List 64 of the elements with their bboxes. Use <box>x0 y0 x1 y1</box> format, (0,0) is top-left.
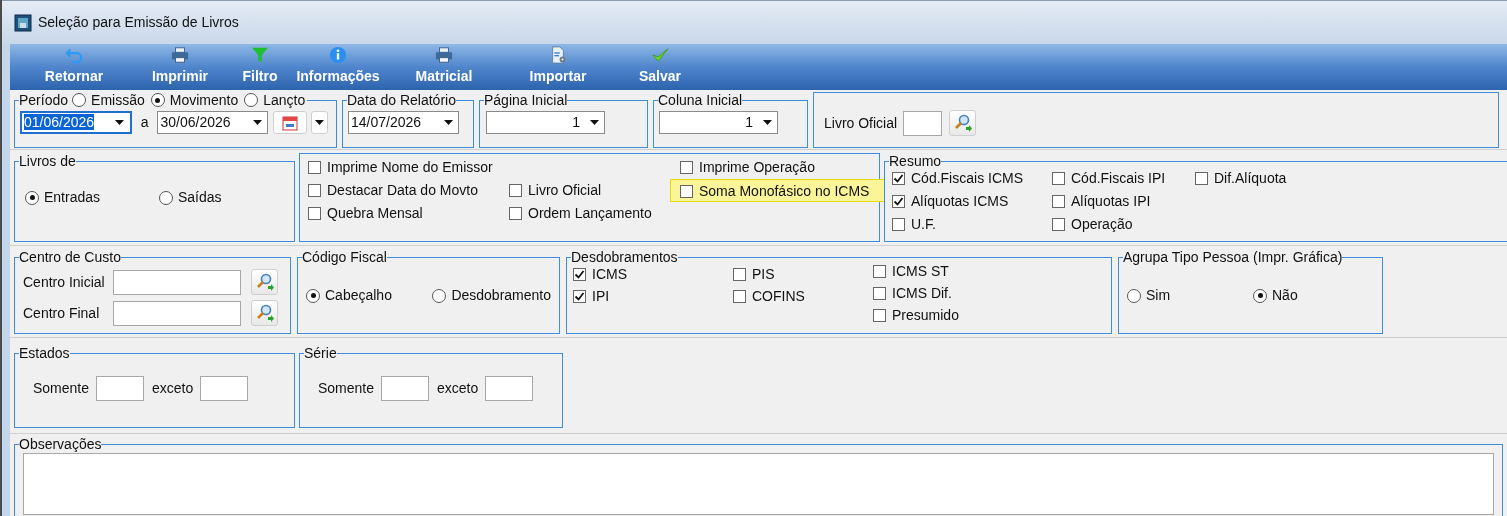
radio-label: Lançto <box>263 92 306 108</box>
group-title: Coluna Inicial <box>658 92 743 108</box>
group-title: Livros de <box>19 153 76 169</box>
combo-box[interactable]: 01/06/2026 <box>20 111 132 134</box>
radio-label: Não <box>1272 286 1298 305</box>
radio-label: Movimento <box>169 92 239 108</box>
group-title: Desdobramentos <box>571 249 678 265</box>
field-label: Centro Final <box>23 303 101 323</box>
checkbox-label: COFINS <box>752 286 805 306</box>
checkbox-label: Cód.Fiscais IPI <box>1071 169 1166 188</box>
checkbox-label: Alíquotas ICMS <box>911 192 1009 211</box>
field-label: Somente <box>33 379 90 398</box>
checkbox-label: Alíquotas IPI <box>1071 192 1151 211</box>
radio-label: Entradas <box>44 188 101 207</box>
combo-box[interactable]: 1 <box>486 111 605 134</box>
group-title: Período <box>19 92 69 108</box>
group-title: Observações <box>19 436 102 452</box>
group-title: Código Fiscal <box>302 249 387 265</box>
radio-label: Sim <box>1146 286 1171 305</box>
separator-label: a <box>140 113 149 132</box>
field-label: Centro Inicial <box>23 272 106 292</box>
checkbox-label: Cód.Fiscais ICMS <box>911 169 1024 188</box>
toolbar-button[interactable]: Filtro <box>232 46 288 90</box>
field-label: Somente <box>318 379 375 398</box>
checkbox-label: ICMS ST <box>892 261 949 281</box>
checkbox-label: IPI <box>592 286 610 306</box>
toolbar-button[interactable]: Informações <box>288 46 388 90</box>
group-title: Resumo <box>889 153 942 169</box>
toolbar-button[interactable]: Matricial <box>388 46 500 90</box>
radio-label: Cabeçalho <box>325 286 392 305</box>
toolbar-button[interactable]: Retornar <box>20 46 128 90</box>
checkbox-label: ICMS Dif. <box>892 283 952 303</box>
toolbar-button[interactable]: Importar <box>500 46 616 90</box>
field-label: Livro Oficial <box>824 113 898 133</box>
checkbox-label: ICMS <box>592 264 627 284</box>
group-title: Centro de Custo <box>19 249 121 265</box>
toolbar-button[interactable]: Imprimir <box>128 46 232 90</box>
checkbox-label: Destacar Data do Movto <box>327 181 478 200</box>
checkbox-label: PIS <box>752 264 775 284</box>
checkbox-label: Soma Monofásico no ICMS <box>699 182 870 201</box>
group-title: Agrupa Tipo Pessoa (Impr. Gráfica) <box>1123 249 1343 265</box>
field-label: exceto <box>152 379 194 398</box>
group-title: Data do Relatório <box>347 92 456 108</box>
checkbox-label: Livro Oficial <box>528 181 602 200</box>
checkbox-label: U.F. <box>911 215 936 234</box>
checkbox-label: Imprime Nome do Emissor <box>327 158 493 177</box>
checkbox-label: Dif.Alíquota <box>1214 169 1287 188</box>
group-title: Série <box>304 345 337 361</box>
window-title: Seleção para Emissão de Livros <box>38 13 239 32</box>
combo-box[interactable]: 30/06/2026 <box>157 111 269 134</box>
checkbox-label: Presumido <box>892 305 959 325</box>
checkbox-label: Operação <box>1071 215 1133 234</box>
combo-box[interactable]: 14/07/2026 <box>348 111 459 134</box>
group-title: Estados <box>19 345 70 361</box>
radio-label: Emissão <box>91 92 145 108</box>
combo-box[interactable]: 1 <box>659 111 778 134</box>
toolbar-button[interactable]: Salvar <box>616 46 704 90</box>
checkbox-label: Quebra Mensal <box>327 204 423 223</box>
checkbox-label: Ordem Lançamento <box>528 204 652 223</box>
radio-label: Saídas <box>178 188 222 207</box>
radio-label: Desdobramento <box>451 286 551 305</box>
group-title: Página Inicial <box>484 92 568 108</box>
checkbox-label: Imprime Operação <box>699 158 815 177</box>
field-label: exceto <box>437 379 479 398</box>
